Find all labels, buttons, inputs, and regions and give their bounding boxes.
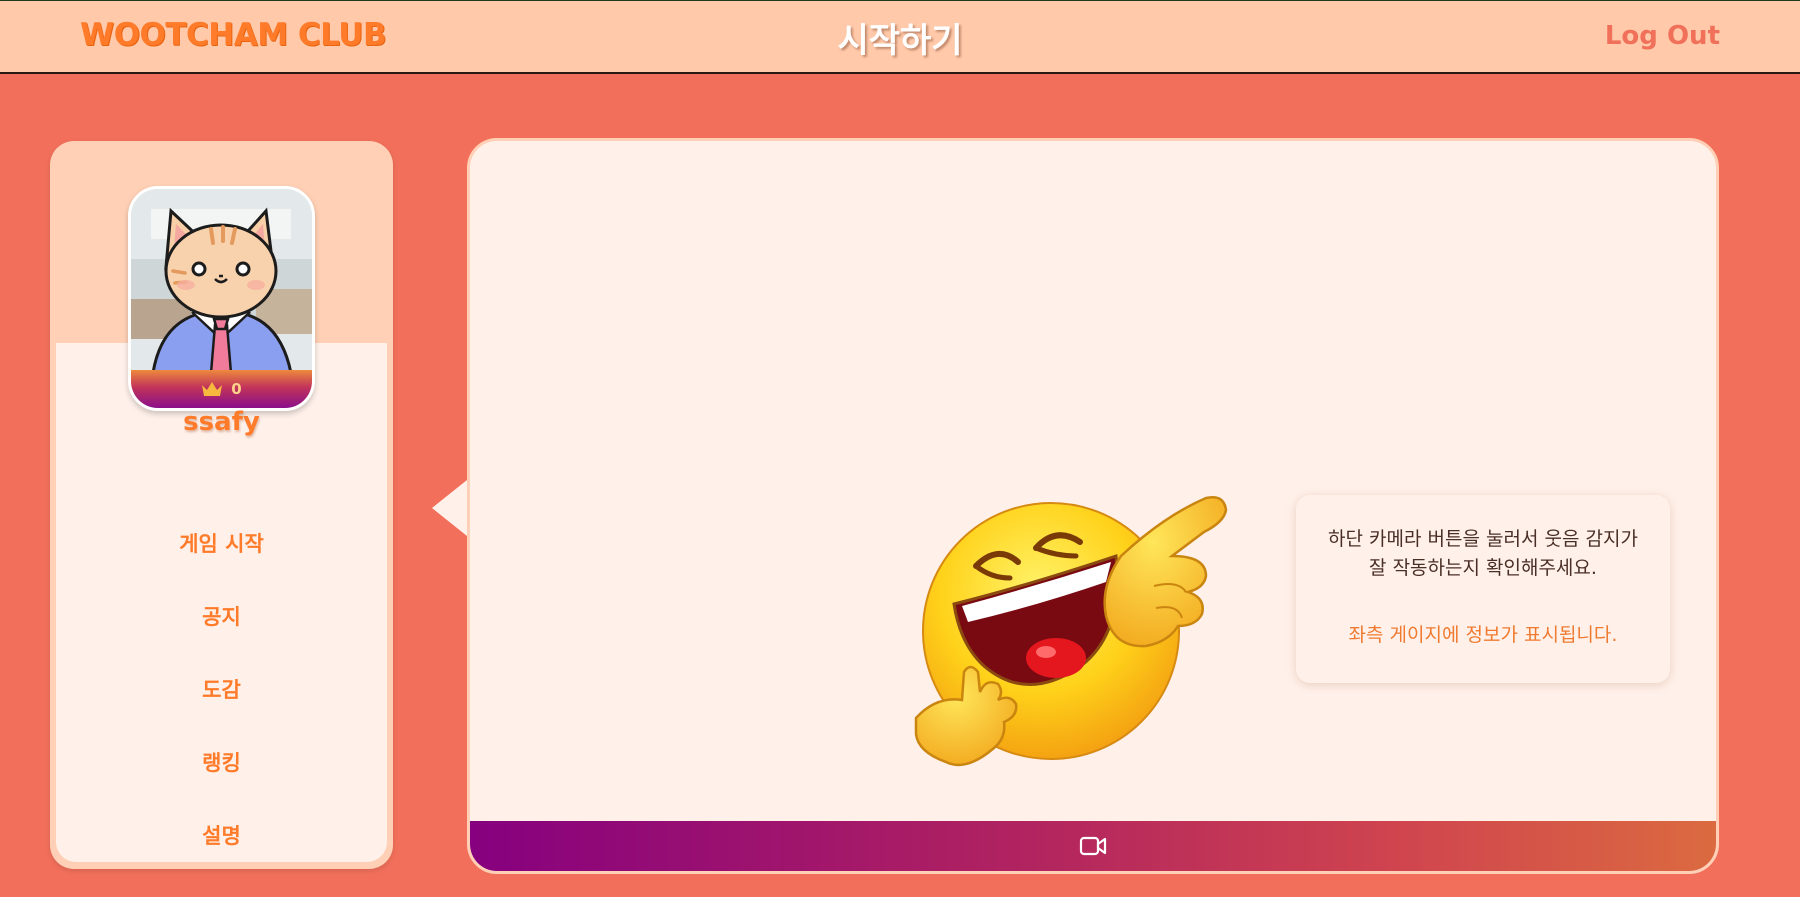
score-badge: 0 [131,370,312,408]
page-title: 시작하기 [837,21,963,61]
sidebar-item-game-start[interactable]: 게임 시작 [50,506,393,579]
camera-button[interactable] [470,821,1716,871]
sidebar: 0 ssafy 게임 시작 공지 도감 랭킹 설명 [50,141,393,869]
hint-note: 좌측 게이지에 정보가 표시됩니다. [1348,624,1618,646]
username: ssafy [183,407,260,437]
sidebar-item-notice[interactable]: 공지 [50,579,393,652]
hint-text: 하단 카메라 버튼을 눌러서 웃음 감지가 잘 작동하는지 확인해주세요. [1328,528,1638,579]
laughing-emoji-icon [914,496,1228,767]
logout-button[interactable]: Log Out [1605,21,1720,51]
main-panel: 하단 카메라 버튼을 눌러서 웃음 감지가 잘 작동하는지 확인해주세요. 좌측… [467,138,1719,874]
avatar: 0 [128,186,315,411]
cat-avatar-icon [131,189,312,373]
top-header: WOOTCHAM CLUB 시작하기 Log Out [0,0,1800,74]
video-camera-icon [1079,836,1107,856]
sidebar-item-ranking[interactable]: 랭킹 [50,725,393,798]
crown-icon [202,382,223,396]
speech-bubble-tail [432,476,472,540]
score-value: 0 [231,380,242,398]
sidebar-nav: 게임 시작 공지 도감 랭킹 설명 [50,506,393,871]
sidebar-item-description[interactable]: 설명 [50,798,393,871]
hint-card: 하단 카메라 버튼을 눌러서 웃음 감지가 잘 작동하는지 확인해주세요. 좌측… [1296,495,1670,683]
sidebar-item-collection[interactable]: 도감 [50,652,393,725]
